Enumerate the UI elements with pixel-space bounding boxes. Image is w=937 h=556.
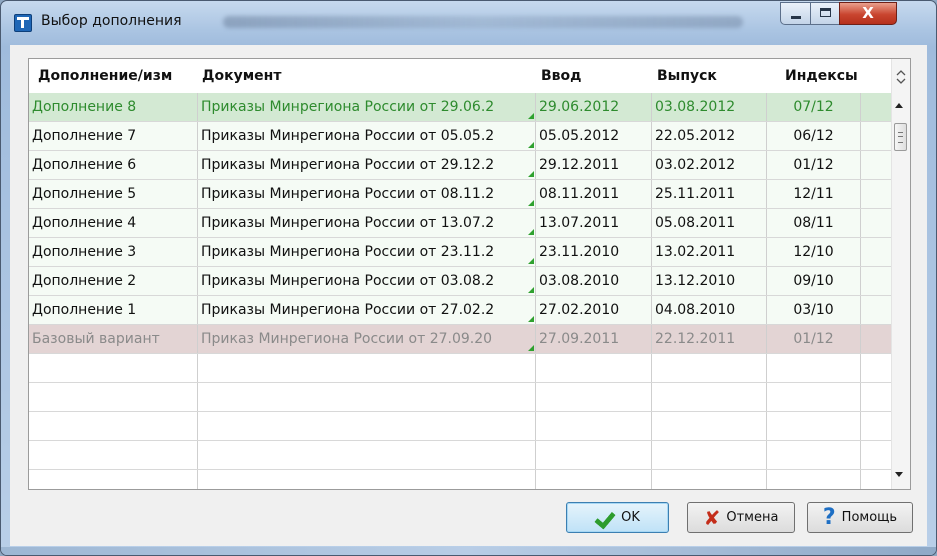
cell-document: Приказы Минрегиона России от 13.07.2	[198, 209, 536, 237]
cell-document: Приказы Минрегиона России от 27.02.2	[198, 296, 536, 324]
cancel-button-label: Отмена	[726, 510, 779, 525]
cancel-button[interactable]: ✘ Отмена	[687, 502, 795, 533]
empty-row	[29, 354, 891, 383]
cell-release-date: 25.11.2011	[652, 180, 767, 208]
help-button-label: Помощь	[841, 510, 898, 525]
cell-release-date: 13.12.2010	[652, 267, 767, 295]
cell-indexes: 06/12	[767, 122, 861, 150]
question-icon: ?	[822, 504, 836, 530]
cell-input-date: 27.02.2010	[536, 296, 652, 324]
dialog-client-area: Дополнение/изм Документ Ввод Выпуск Инде…	[10, 45, 927, 546]
maximize-button[interactable]	[810, 2, 840, 25]
table-row[interactable]: Дополнение 1 Приказы Минрегиона России о…	[29, 296, 891, 325]
scrollbar-thumb[interactable]	[894, 123, 907, 151]
x-icon: ✘	[703, 505, 721, 530]
supplements-grid[interactable]: Дополнение/изм Документ Ввод Выпуск Инде…	[28, 58, 911, 490]
cell-release-date: 03.02.2012	[652, 151, 767, 179]
grid-rows: Дополнение 8 Приказы Минрегиона России о…	[29, 93, 891, 489]
checkmark-icon	[595, 508, 615, 528]
scroll-top-icon[interactable]	[895, 68, 907, 86]
cell-indexes: 12/11	[767, 180, 861, 208]
cell-indexes: 08/11	[767, 209, 861, 237]
app-icon	[14, 14, 32, 32]
cell-supplement: Дополнение 7	[29, 122, 198, 150]
cell-indexes: 12/10	[767, 238, 861, 266]
cell-indexes: 03/10	[767, 296, 861, 324]
window-bottom-frame	[1, 547, 936, 555]
cell-release-date: 03.08.2012	[652, 93, 767, 121]
cell-release-date: 04.08.2010	[652, 296, 767, 324]
cell-supplement: Дополнение 1	[29, 296, 198, 324]
cell-indexes: 01/12	[767, 325, 861, 353]
help-button[interactable]: ? Помощь	[807, 502, 913, 533]
column-header-indexes[interactable]: Индексы	[767, 59, 861, 93]
cell-document: Приказы Минрегиона России от 05.05.2	[198, 122, 536, 150]
cell-input-date: 29.06.2012	[536, 93, 652, 121]
cell-supplement: Дополнение 2	[29, 267, 198, 295]
column-header-document[interactable]: Документ	[198, 59, 536, 93]
maximize-icon	[820, 8, 831, 17]
cell-release-date: 13.02.2011	[652, 238, 767, 266]
close-icon: X	[862, 4, 874, 22]
cell-supplement: Базовый вариант	[29, 325, 198, 353]
cell-supplement: Дополнение 5	[29, 180, 198, 208]
cell-release-date: 22.12.2011	[652, 325, 767, 353]
cell-document: Приказ Минрегиона России от 27.09.20	[198, 325, 536, 353]
empty-row	[29, 441, 891, 470]
cell-input-date: 13.07.2011	[536, 209, 652, 237]
table-row[interactable]: Дополнение 8 Приказы Минрегиона России о…	[29, 93, 891, 122]
cell-input-date: 23.11.2010	[536, 238, 652, 266]
ok-button[interactable]: OK	[566, 502, 669, 533]
cell-indexes: 07/12	[767, 93, 861, 121]
cell-input-date: 27.09.2011	[536, 325, 652, 353]
cell-input-date: 03.08.2010	[536, 267, 652, 295]
table-row[interactable]: Дополнение 3 Приказы Минрегиона России о…	[29, 238, 891, 267]
close-button[interactable]: X	[839, 2, 897, 25]
table-row[interactable]: Дополнение 7 Приказы Минрегиона России о…	[29, 122, 891, 151]
table-row[interactable]: Базовый вариант Приказ Минрегиона России…	[29, 325, 891, 354]
cell-input-date: 08.11.2011	[536, 180, 652, 208]
cell-input-date: 05.05.2012	[536, 122, 652, 150]
scroll-up-arrow-icon[interactable]	[895, 103, 903, 108]
window-title: Выбор дополнения	[41, 13, 182, 29]
column-header-supplement[interactable]: Дополнение/изм	[29, 59, 198, 93]
cell-release-date: 22.05.2012	[652, 122, 767, 150]
title-bar[interactable]: Выбор дополнения X	[1, 1, 936, 45]
empty-row	[29, 412, 891, 441]
scroll-down-arrow-icon[interactable]	[895, 472, 903, 477]
blurred-title-background	[223, 16, 743, 28]
cell-indexes: 09/10	[767, 267, 861, 295]
dialog-window: Выбор дополнения X Дополнение/изм Докуме…	[0, 0, 937, 556]
vertical-scrollbar[interactable]	[891, 59, 910, 489]
table-row[interactable]: Дополнение 2 Приказы Минрегиона России о…	[29, 267, 891, 296]
empty-row	[29, 470, 891, 489]
cell-input-date: 29.12.2011	[536, 151, 652, 179]
cell-supplement: Дополнение 6	[29, 151, 198, 179]
cell-supplement: Дополнение 4	[29, 209, 198, 237]
grid-header: Дополнение/изм Документ Ввод Выпуск Инде…	[29, 59, 891, 93]
cell-supplement: Дополнение 3	[29, 238, 198, 266]
cell-document: Приказы Минрегиона России от 03.08.2	[198, 267, 536, 295]
cell-document: Приказы Минрегиона России от 08.11.2	[198, 180, 536, 208]
cell-supplement: Дополнение 8	[29, 93, 198, 121]
minimize-button[interactable]	[780, 2, 811, 25]
empty-row	[29, 383, 891, 412]
table-row[interactable]: Дополнение 5 Приказы Минрегиона России о…	[29, 180, 891, 209]
cell-document: Приказы Минрегиона России от 29.06.2	[198, 93, 536, 121]
cell-indexes: 01/12	[767, 151, 861, 179]
ok-button-label: OK	[621, 510, 640, 525]
column-header-input-date[interactable]: Ввод	[536, 59, 652, 93]
cell-release-date: 05.08.2011	[652, 209, 767, 237]
column-header-release-date[interactable]: Выпуск	[652, 59, 767, 93]
cell-document: Приказы Минрегиона России от 23.11.2	[198, 238, 536, 266]
cell-document: Приказы Минрегиона России от 29.12.2	[198, 151, 536, 179]
minimize-icon	[791, 16, 801, 19]
table-row[interactable]: Дополнение 6 Приказы Минрегиона России о…	[29, 151, 891, 180]
table-row[interactable]: Дополнение 4 Приказы Минрегиона России о…	[29, 209, 891, 238]
